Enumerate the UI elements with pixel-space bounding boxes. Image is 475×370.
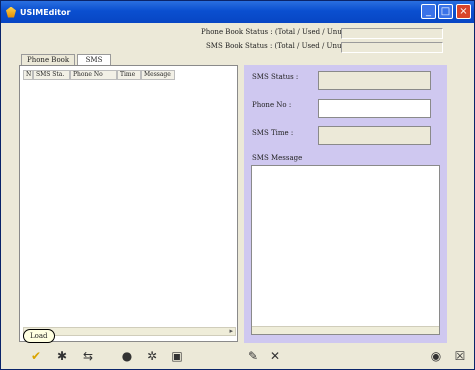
maximize-button[interactable]: □ [438, 4, 453, 19]
scroll-right-icon[interactable]: ▸ [229, 327, 233, 335]
sms-status-label: SMS Status : [252, 73, 299, 81]
title-bar[interactable]: USIMEditor _ □ × [1, 1, 474, 23]
window-title: USIMEditor [20, 7, 71, 17]
info-icon[interactable]: ● [118, 347, 136, 365]
column-sms-status[interactable]: SMS Sta. [33, 70, 70, 80]
column-time[interactable]: Time [117, 70, 141, 80]
app-icon [6, 6, 16, 18]
settings-icon[interactable]: ✲ [143, 347, 161, 365]
sms-list-panel[interactable]: N SMS Sta. Phone No Time Message ◂ ▸ [19, 65, 238, 342]
sms-time-field [318, 126, 431, 145]
sms-time-label: SMS Time : [252, 129, 294, 137]
phone-no-label: Phone No : [252, 101, 292, 109]
sms-message-label: SMS Message [252, 154, 303, 162]
sms-message-field[interactable] [251, 165, 440, 335]
column-message[interactable]: Message [141, 70, 175, 80]
delete-icon[interactable]: ✕ [266, 347, 284, 365]
close-window-button[interactable]: × [456, 4, 471, 19]
phone-book-status-value [341, 28, 443, 39]
sms-status-field [318, 71, 431, 90]
sms-book-status-value [341, 42, 443, 53]
phone-no-field[interactable] [318, 99, 431, 118]
close-icon[interactable]: ☒ [451, 347, 469, 365]
transfer-icon[interactable]: ⇆ [79, 347, 97, 365]
globe-icon[interactable]: ◉ [427, 347, 445, 365]
column-phone-no[interactable]: Phone No [70, 70, 117, 80]
save-icon[interactable]: ✱ [53, 347, 71, 365]
sms-list-scrollbar[interactable]: ◂ ▸ [23, 327, 236, 336]
load-tooltip: Load [23, 329, 55, 343]
phone-book-status-label: Phone Book Status : (Total / Used / Unus… [201, 28, 357, 36]
sim-icon[interactable]: ▣ [168, 347, 186, 365]
app-window: USIMEditor _ □ × Phone Book Status : (To… [0, 0, 475, 370]
message-scrollbar[interactable] [252, 326, 439, 334]
load-icon[interactable]: ✔ [27, 347, 45, 365]
sms-list-header: N SMS Sta. Phone No Time Message [23, 70, 175, 80]
edit-icon[interactable]: ✎ [244, 347, 262, 365]
bottom-toolbar: ✔ ✱ ⇆ ● ✲ ▣ ✎ ✕ ◉ ☒ [1, 343, 474, 369]
column-n[interactable]: N [23, 70, 33, 80]
sms-book-status-label: SMS Book Status : (Total / Used / Unused… [206, 42, 357, 50]
sms-detail-panel: SMS Status : Phone No : SMS Time : SMS M… [244, 65, 447, 343]
minimize-button[interactable]: _ [421, 4, 436, 19]
